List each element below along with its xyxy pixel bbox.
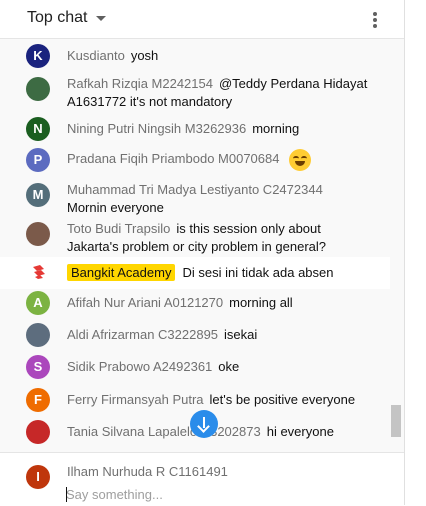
message-author[interactable]: Rafkah Rizqia M2242154 <box>67 76 213 91</box>
avatar: S <box>26 355 50 379</box>
message-content: Rafkah Rizqia M2242154 @Teddy Perdana Hid… <box>67 75 376 111</box>
message-composer: I Ilham Nurhuda R C1161491 <box>0 452 404 506</box>
chat-message: S Sidik Prabowo A2492361 oke <box>0 355 390 379</box>
message-text: isekai <box>224 327 258 342</box>
chat-message: A Afifah Nur Ariani A0121270 morning all <box>0 291 390 315</box>
message-author[interactable]: Kusdianto <box>67 48 125 63</box>
avatar: M <box>26 183 50 207</box>
message-text: Di sesi ini tidak ada absen <box>182 265 334 280</box>
avatar <box>26 420 50 444</box>
message-content: Pradana Fiqih Priambodo M0070684 <box>67 149 376 171</box>
message-text: Mornin everyone <box>67 200 164 215</box>
message-author[interactable]: Toto Budi Trapsilo <box>67 221 170 236</box>
grinning-squinting-face-icon <box>289 149 312 171</box>
message-author[interactable]: Tania Silvana Lapalelo C3202873 <box>67 424 261 439</box>
avatar: A <box>26 291 50 315</box>
moderator-badge[interactable]: Bangkit Academy <box>67 264 176 281</box>
message-text: morning <box>252 121 300 136</box>
message-author[interactable]: Ferry Firmansyah Putra <box>67 392 204 407</box>
bangkit-logo-icon <box>31 264 47 280</box>
message-author[interactable]: Nining Putri Ningsih M3262936 <box>67 121 246 136</box>
chat-message: Toto Budi Trapsilo is this session only a… <box>0 220 390 256</box>
message-text: hi everyone <box>266 424 334 439</box>
top-chat-title[interactable]: Top chat <box>27 9 87 27</box>
message-author[interactable]: Aldi Afrizarman C3222895 <box>67 327 218 342</box>
message-author[interactable]: Pradana Fiqih Priambodo M0070684 <box>67 151 279 166</box>
chat-message: P Pradana Fiqih Priambodo M0070684 <box>0 148 390 172</box>
avatar <box>26 77 50 101</box>
message-content: Nining Putri Ningsih M3262936 morning <box>67 120 376 138</box>
message-text: morning all <box>229 295 293 310</box>
chat-message: N Nining Putri Ningsih M3262936 morning <box>0 117 390 141</box>
scrollbar-thumb[interactable] <box>391 405 401 437</box>
avatar <box>26 222 50 246</box>
message-content: Toto Budi Trapsilo is this session only a… <box>67 220 376 256</box>
message-content: Afifah Nur Ariani A0121270 morning all <box>67 294 376 312</box>
message-text: yosh <box>130 48 159 63</box>
avatar: F <box>26 388 50 412</box>
arrow-down-icon[interactable] <box>190 410 218 438</box>
message-author[interactable]: Sidik Prabowo A2492361 <box>67 359 212 374</box>
chat-message: Rafkah Rizqia M2242154 @Teddy Perdana Hid… <box>0 75 390 111</box>
chat-input[interactable] <box>66 485 386 503</box>
message-content: Muhammad Tri Madya Lestiyanto C2472344 Mo… <box>67 181 376 217</box>
chat-scrollbar[interactable] <box>390 39 402 451</box>
moderator-message: Bangkit Academy Di sesi ini tidak ada abs… <box>0 257 390 289</box>
chat-message: Aldi Afrizarman C3222895 isekai <box>0 323 390 347</box>
message-author[interactable]: Afifah Nur Ariani A0121270 <box>67 295 223 310</box>
avatar: P <box>26 148 50 172</box>
chat-header: Top chat <box>0 0 404 39</box>
avatar: K <box>26 44 50 68</box>
avatar <box>26 323 50 347</box>
live-chat-panel: Top chat K Kusdianto yosh Rafkah Rizqia M… <box>0 0 405 506</box>
message-content: Tania Silvana Lapalelo C3202873 hi everyo… <box>67 423 376 441</box>
composer-author: Ilham Nurhuda R C1161491 <box>67 464 228 479</box>
avatar: N <box>26 117 50 141</box>
avatar: I <box>26 465 50 489</box>
message-content: Kusdianto yosh <box>67 47 376 65</box>
chat-messages-list: K Kusdianto yosh Rafkah Rizqia M2242154 @T… <box>0 39 390 451</box>
page-gutter <box>405 0 426 505</box>
message-text: oke <box>218 359 240 374</box>
message-text: let's be positive everyone <box>209 392 356 407</box>
message-content: Sidik Prabowo A2492361 oke <box>67 358 376 376</box>
more-vert-icon[interactable] <box>368 10 382 30</box>
chat-message: F Ferry Firmansyah Putra let's be positiv… <box>0 388 390 412</box>
message-author[interactable]: Muhammad Tri Madya Lestiyanto C2472344 <box>67 182 323 197</box>
message-content: Bangkit Academy Di sesi ini tidak ada abs… <box>67 264 376 282</box>
text-cursor <box>66 487 67 502</box>
chat-message: M Muhammad Tri Madya Lestiyanto C2472344… <box>0 181 390 217</box>
message-content: Aldi Afrizarman C3222895 isekai <box>67 326 376 344</box>
caret-down-icon[interactable] <box>96 16 106 21</box>
message-content: Ferry Firmansyah Putra let's be positive … <box>67 391 376 409</box>
chat-message: K Kusdianto yosh <box>0 44 390 68</box>
